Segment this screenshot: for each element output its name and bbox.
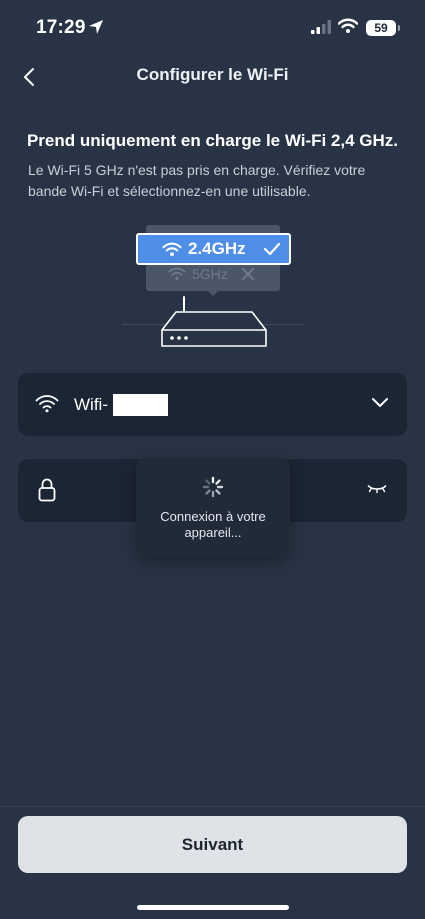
band-5ghz-card-tail: [206, 289, 220, 296]
eye-closed-icon[interactable]: [367, 484, 387, 494]
signal-icon: [311, 20, 331, 34]
spinner-icon: [202, 476, 224, 498]
ssid-redaction: [113, 394, 168, 416]
next-button[interactable]: Suivant: [18, 816, 407, 873]
status-bar: 17:29 59: [0, 0, 425, 56]
footer-divider: [0, 806, 425, 807]
toast-message: Connexion à votre appareil...: [160, 509, 266, 540]
status-time: 17:29: [36, 17, 86, 38]
ssid-value: Wifi-: [74, 395, 108, 414]
subtext: Le Wi-Fi 5 GHz n'est pas pris en charge.…: [28, 162, 366, 199]
home-indicator: [137, 905, 289, 910]
location-arrow-icon: [89, 20, 103, 34]
loading-toast: Connexion à votre appareil...: [136, 458, 290, 558]
chevron-down-icon[interactable]: [371, 397, 389, 408]
battery-icon: 59: [366, 20, 396, 36]
wifi-icon: [35, 395, 59, 413]
close-icon: [241, 268, 254, 280]
router-icon: [161, 296, 267, 347]
band-24ghz-text: 2.4GHz: [188, 239, 246, 258]
headline: Prend uniquement en charge le Wi-Fi 2,4 …: [26, 131, 399, 150]
check-icon: [263, 243, 280, 255]
wifi-icon: [338, 18, 358, 33]
lock-icon: [38, 478, 56, 502]
battery-cap: [398, 25, 400, 31]
band-24ghz-label: 2.4GHz: [136, 233, 291, 265]
wifi-icon: [162, 242, 182, 256]
band-5ghz-label: 5GHz: [168, 266, 254, 282]
wifi-icon: [168, 267, 186, 280]
ssid-select[interactable]: Wifi-: [18, 373, 407, 436]
band-5ghz-text: 5GHz: [192, 266, 228, 282]
page-title: Configurer le Wi-Fi: [136, 65, 289, 84]
